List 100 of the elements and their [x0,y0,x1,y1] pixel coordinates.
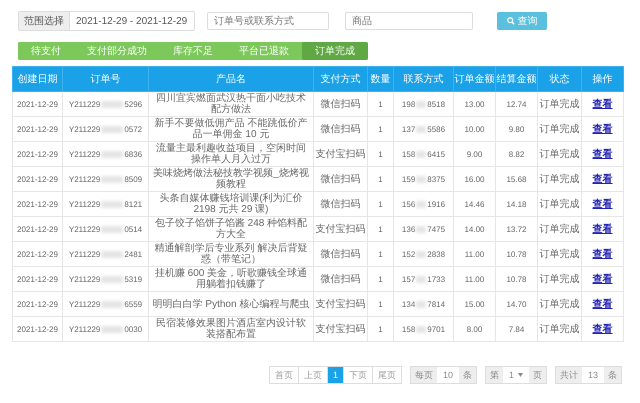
table-cell: 四川宜宾燃面武汉热干面小吃技术配方做法 [148,92,314,116]
total-label: 共计 [556,367,582,383]
table-cell: 14.46 [454,192,496,216]
table-cell: 流量主最利趣收益项目，空闲时间操作单人月入过万 [148,142,314,166]
table-cell: 10.00 [454,116,496,142]
table-cell: 订单完成 [538,142,582,166]
table-cell: 137 5586 [394,116,454,142]
table-cell: 新手不要做低佣产品 不能跳低价产品一单佣金 10 元 [148,116,314,142]
table-cell: 14.00 [454,216,496,242]
table-cell: 1 [368,292,394,316]
table-cell: 2021-12-29 [12,116,62,142]
table-cell: 2021-12-29 [12,142,62,166]
date-range-field[interactable]: 范围选择 2021-12-29 - 2021-12-29 [18,11,195,31]
table-cell: Y211229 0030 [62,316,148,342]
table-cell: 2021-12-29 [12,192,62,216]
column-header: 数量 [368,66,394,92]
table-cell: 2021-12-29 [12,92,62,116]
table-cell: 订单完成 [538,316,582,342]
query-button[interactable]: 查询 [497,12,547,30]
table-cell: 订单完成 [538,192,582,216]
table-cell: 支付宝扫码 [314,142,368,166]
table-cell: Y211229 5319 [62,266,148,292]
product-search-field[interactable]: 商品 [345,12,473,30]
table-cell: 微信扫码 [314,92,368,116]
table-cell: 头条自媒体赚钱培训课(利为汇价 2198 元共 29 课) [148,192,314,216]
table-cell: 134 7814 [394,292,454,316]
page-button[interactable]: 1 [328,367,344,383]
table-cell: 支付宝扫码 [314,292,368,316]
table-cell: 1 [368,266,394,292]
table-cell: 1 [368,242,394,266]
table-cell: 订单完成 [538,242,582,266]
table-cell: 订单完成 [538,216,582,242]
table-cell: 13.00 [454,92,496,116]
table-cell: Y211229 8509 [62,166,148,192]
table-cell: 11.00 [454,266,496,292]
column-header: 结算金额 [496,66,538,92]
table-cell: 156 1916 [394,192,454,216]
table-cell: 14.70 [496,292,538,316]
table-cell: 157 1733 [394,266,454,292]
table-cell: 1 [368,216,394,242]
table-cell: 1 [368,116,394,142]
table-cell: 7.84 [496,316,538,342]
column-header: 状态 [538,66,582,92]
table-cell: 1 [368,192,394,216]
status-tab[interactable]: 订单完成 [302,42,368,60]
table-cell: 158 9701 [394,316,454,342]
table-cell: 1 [368,166,394,192]
table-cell: 民宿装修效果图片酒店室内设计软装搭配布置 [148,316,314,342]
table-cell: 订单完成 [538,266,582,292]
table-cell: 12.74 [496,92,538,116]
column-header: 产品名 [148,66,314,92]
table-cell: 136 7475 [394,216,454,242]
table-cell: 微信扫码 [314,242,368,266]
table-cell: 158 6415 [394,142,454,166]
table-cell: 152 2838 [394,242,454,266]
table-cell: 2021-12-29 [12,292,62,316]
table-cell: 16.00 [454,166,496,192]
table-cell: 14.18 [496,192,538,216]
table-cell: Y211229 0514 [62,216,148,242]
table-cell: 9.80 [496,116,538,142]
table-cell: 订单完成 [538,92,582,116]
table-cell: 15.68 [496,166,538,192]
table-cell: 198 8518 [394,92,454,116]
table-cell: 包子饺子馅饼子馅酱 248 种馅料配方大全 [148,216,314,242]
table-cell: 微信扫码 [314,192,368,216]
table-cell: 1 [368,92,394,116]
table-cell: 1 [368,142,394,166]
column-header: 支付方式 [314,66,368,92]
table-cell: 微信扫码 [314,166,368,192]
table-cell: 美味烧烤做法秘技教学视频_烧烤视频教程 [148,166,314,192]
search-icon [506,17,514,25]
table-cell: 11.00 [454,242,496,266]
order-search-field[interactable]: 订单号或联系方式 [207,12,329,30]
table-cell: Y211229 0572 [62,116,148,142]
table-cell: 2021-12-29 [12,216,62,242]
table-cell: 8.82 [496,142,538,166]
table-cell: 挂机赚 600 美金，听歌赚钱全球通用躺着扣钱赚了 [148,266,314,292]
table-cell: Y211229 2481 [62,242,148,266]
column-header: 操作 [582,66,624,92]
table-cell: 2021-12-29 [12,316,62,342]
column-header: 订单金额 [454,66,496,92]
table-cell: 订单完成 [538,292,582,316]
total-count: 13 [586,369,599,382]
table-cell: 支付宝扫码 [314,216,368,242]
table-cell: 2021-12-29 [12,166,62,192]
table-cell: 1 [368,316,394,342]
table-cell: 订单完成 [538,116,582,142]
table-cell: Y211229 8121 [62,192,148,216]
table-cell: 13.72 [496,216,538,242]
column-header: 创建日期 [12,66,62,92]
table-cell: 159 8375 [394,166,454,192]
table-cell: 支付宝扫码 [314,316,368,342]
table-cell: 10.78 [496,242,538,266]
table-cell: Y211229 5296 [62,92,148,116]
table-cell: 微信扫码 [314,116,368,142]
table-cell: 明明白白学 Python 核心编程与爬虫 [148,292,314,316]
table-cell: 10.78 [496,266,538,292]
table-cell: 15.00 [454,292,496,316]
column-header: 联系方式 [394,66,454,92]
column-header: 订单号 [62,66,148,92]
